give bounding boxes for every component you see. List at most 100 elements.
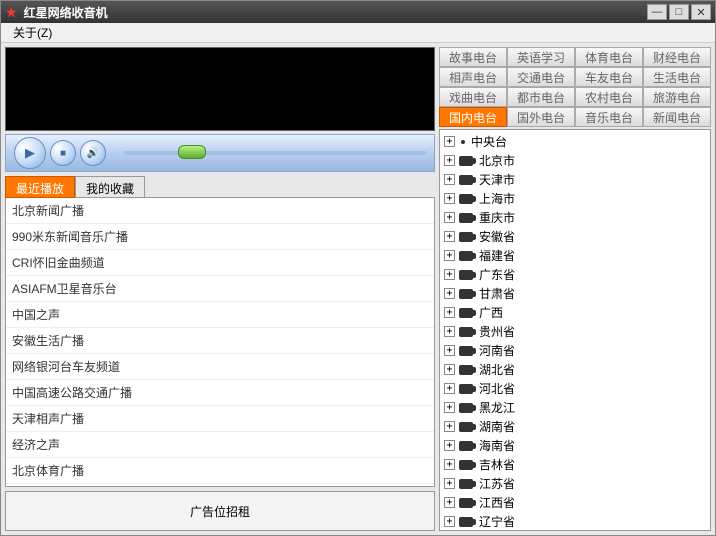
radio-icon <box>459 460 473 470</box>
expand-icon[interactable]: + <box>444 440 455 451</box>
category-button[interactable]: 都市电台 <box>507 87 575 107</box>
category-button[interactable]: 国外电台 <box>507 107 575 127</box>
station-tree[interactable]: +中央台+北京市+天津市+上海市+重庆市+安徽省+福建省+广东省+甘肃省+广西+… <box>439 129 711 531</box>
category-button[interactable]: 旅游电台 <box>643 87 711 107</box>
category-button[interactable]: 英语学习 <box>507 47 575 67</box>
expand-icon[interactable]: + <box>444 326 455 337</box>
radio-icon <box>459 270 473 280</box>
expand-icon[interactable]: + <box>444 497 455 508</box>
category-button[interactable]: 音乐电台 <box>575 107 643 127</box>
minimize-button[interactable]: — <box>647 4 667 20</box>
tree-node[interactable]: +安徽省 <box>440 227 710 246</box>
list-item[interactable]: CRI怀旧金曲频道 <box>6 250 434 276</box>
tree-node[interactable]: +贵州省 <box>440 322 710 341</box>
close-button[interactable]: ✕ <box>691 4 711 20</box>
expand-icon[interactable]: + <box>444 174 455 185</box>
list-item[interactable]: ASIAFM卫星音乐台 <box>6 276 434 302</box>
main-body: ▶ ■ 🔊 最近播放 我的收藏 北京新闻广播990米东新闻音乐广播CRI怀旧金曲… <box>1 43 715 535</box>
expand-icon[interactable]: + <box>444 421 455 432</box>
tree-node[interactable]: +广西 <box>440 303 710 322</box>
tree-node[interactable]: +河南省 <box>440 341 710 360</box>
radio-icon <box>459 384 473 394</box>
stop-button[interactable]: ■ <box>50 140 76 166</box>
tree-node[interactable]: + 中央台 <box>440 132 710 151</box>
tree-label: 中央台 <box>471 133 507 150</box>
category-button[interactable]: 相声电台 <box>439 67 507 87</box>
slider-thumb-icon[interactable] <box>178 145 206 159</box>
recent-list[interactable]: 北京新闻广播990米东新闻音乐广播CRI怀旧金曲频道ASIAFM卫星音乐台中国之… <box>5 198 435 487</box>
tree-node[interactable]: + 重庆市 <box>440 208 710 227</box>
app-icon: ★ <box>5 4 18 21</box>
menu-about[interactable]: 关于(Z) <box>7 22 58 43</box>
expand-icon[interactable]: + <box>444 288 455 299</box>
tree-node[interactable]: + 天津市 <box>440 170 710 189</box>
radio-icon <box>459 517 473 527</box>
list-item[interactable]: 网络银河台车友频道 <box>6 354 434 380</box>
tree-node[interactable]: + 上海市 <box>440 189 710 208</box>
tab-favorites[interactable]: 我的收藏 <box>75 176 145 198</box>
category-button[interactable]: 生活电台 <box>643 67 711 87</box>
tree-node[interactable]: +福建省 <box>440 246 710 265</box>
category-button[interactable]: 交通电台 <box>507 67 575 87</box>
expand-icon[interactable]: + <box>444 193 455 204</box>
expand-icon[interactable]: + <box>444 516 455 527</box>
list-item[interactable]: 990米东新闻音乐广播 <box>6 224 434 250</box>
category-button[interactable]: 体育电台 <box>575 47 643 67</box>
maximize-button[interactable]: □ <box>669 4 689 20</box>
radio-icon <box>459 289 473 299</box>
tab-recent[interactable]: 最近播放 <box>5 176 75 198</box>
list-item[interactable]: CRI巅峰体坛网络电台 <box>6 484 434 487</box>
category-button[interactable]: 国内电台 <box>439 107 507 127</box>
list-item[interactable]: 北京新闻广播 <box>6 198 434 224</box>
tree-node[interactable]: + 吉林省 <box>440 455 710 474</box>
radio-icon <box>459 175 473 185</box>
tree-label: 重庆市 <box>479 209 515 226</box>
expand-icon[interactable]: + <box>444 269 455 280</box>
list-item[interactable]: 经济之声 <box>6 432 434 458</box>
expand-icon[interactable]: + <box>444 459 455 470</box>
ad-banner[interactable]: 广告位招租 <box>5 491 435 531</box>
tree-node[interactable]: +湖南省 <box>440 417 710 436</box>
list-item[interactable]: 安徽生活广播 <box>6 328 434 354</box>
tree-node[interactable]: +河北省 <box>440 379 710 398</box>
tree-node[interactable]: +甘肃省 <box>440 284 710 303</box>
volume-button[interactable]: 🔊 <box>80 140 106 166</box>
expand-icon[interactable]: + <box>444 478 455 489</box>
list-item[interactable]: 北京体育广播 <box>6 458 434 484</box>
tree-node[interactable]: +黑龙江 <box>440 398 710 417</box>
radio-icon <box>459 194 473 204</box>
list-item[interactable]: 中国高速公路交通广播 <box>6 380 434 406</box>
tree-node[interactable]: +广东省 <box>440 265 710 284</box>
tree-node[interactable]: +辽宁省 <box>440 512 710 531</box>
list-item[interactable]: 中国之声 <box>6 302 434 328</box>
tree-node[interactable]: +海南省 <box>440 436 710 455</box>
expand-icon[interactable]: + <box>444 250 455 261</box>
tree-label: 江西省 <box>479 494 515 511</box>
tree-node[interactable]: +江苏省 <box>440 474 710 493</box>
expand-icon[interactable]: + <box>444 231 455 242</box>
category-button[interactable]: 财经电台 <box>643 47 711 67</box>
play-button[interactable]: ▶ <box>14 137 46 169</box>
expand-icon[interactable]: + <box>444 383 455 394</box>
expand-icon[interactable]: + <box>444 155 455 166</box>
expand-icon[interactable]: + <box>444 345 455 356</box>
tree-node[interactable]: +北京市 <box>440 151 710 170</box>
category-button[interactable]: 车友电台 <box>575 67 643 87</box>
category-button[interactable]: 故事电台 <box>439 47 507 67</box>
tree-node[interactable]: + 江西省 <box>440 493 710 512</box>
expand-icon[interactable]: + <box>444 307 455 318</box>
volume-slider[interactable] <box>124 151 426 155</box>
list-item[interactable]: 天津相声广播 <box>6 406 434 432</box>
tree-node[interactable]: +湖北省 <box>440 360 710 379</box>
category-button[interactable]: 农村电台 <box>575 87 643 107</box>
tree-label: 天津市 <box>479 171 515 188</box>
radio-icon <box>459 498 473 508</box>
expand-icon[interactable]: + <box>444 212 455 223</box>
tree-label: 吉林省 <box>479 456 515 473</box>
category-button[interactable]: 新闻电台 <box>643 107 711 127</box>
tree-label: 上海市 <box>479 190 515 207</box>
expand-icon[interactable]: + <box>444 364 455 375</box>
expand-icon[interactable]: + <box>444 402 455 413</box>
expand-icon[interactable]: + <box>444 136 455 147</box>
category-button[interactable]: 戏曲电台 <box>439 87 507 107</box>
